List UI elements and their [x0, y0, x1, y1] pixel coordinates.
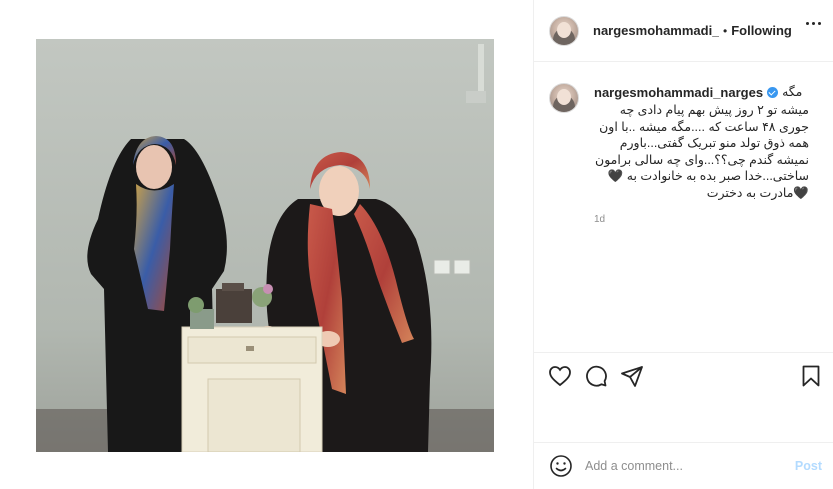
verified-badge-icon — [767, 87, 779, 98]
emoji-icon[interactable] — [549, 454, 573, 478]
post-timestamp[interactable]: 1d — [594, 211, 809, 228]
post-button[interactable]: Post — [795, 459, 822, 473]
caption-avatar[interactable] — [549, 83, 579, 113]
following-button[interactable]: Following — [731, 23, 792, 38]
caption-text: میشه تو ۲ روز پیش بهم پیام دادی چه جوری … — [595, 103, 809, 200]
more-options-icon[interactable] — [806, 22, 821, 25]
add-comment-bar: Post — [534, 442, 833, 489]
heart-icon[interactable] — [548, 364, 572, 388]
caption-username[interactable]: nargesmohammadi_narges — [594, 84, 763, 101]
caption-header: nargesmohammadi_narges مگه — [594, 84, 809, 101]
comments-section: nargesmohammadi_narges مگه میشه تو ۲ روز… — [534, 62, 833, 352]
avatar[interactable] — [549, 15, 579, 46]
header-separator: • — [723, 23, 728, 38]
post-media-pane — [0, 0, 533, 489]
caption: nargesmohammadi_narges مگه میشه تو ۲ روز… — [594, 84, 809, 228]
post-photo[interactable] — [36, 39, 494, 452]
share-icon[interactable] — [620, 364, 644, 388]
post-header: nargesmohammadi_na • Following — [534, 0, 833, 62]
comment-icon[interactable] — [584, 364, 608, 388]
caption-first-word: مگه — [782, 85, 803, 99]
bookmark-icon[interactable] — [799, 364, 823, 388]
action-bar — [534, 352, 833, 442]
header-username[interactable]: nargesmohammadi_na — [593, 23, 719, 38]
post-details-pane: nargesmohammadi_na • Following nargesmoh… — [534, 0, 833, 489]
comment-input[interactable] — [585, 459, 785, 473]
